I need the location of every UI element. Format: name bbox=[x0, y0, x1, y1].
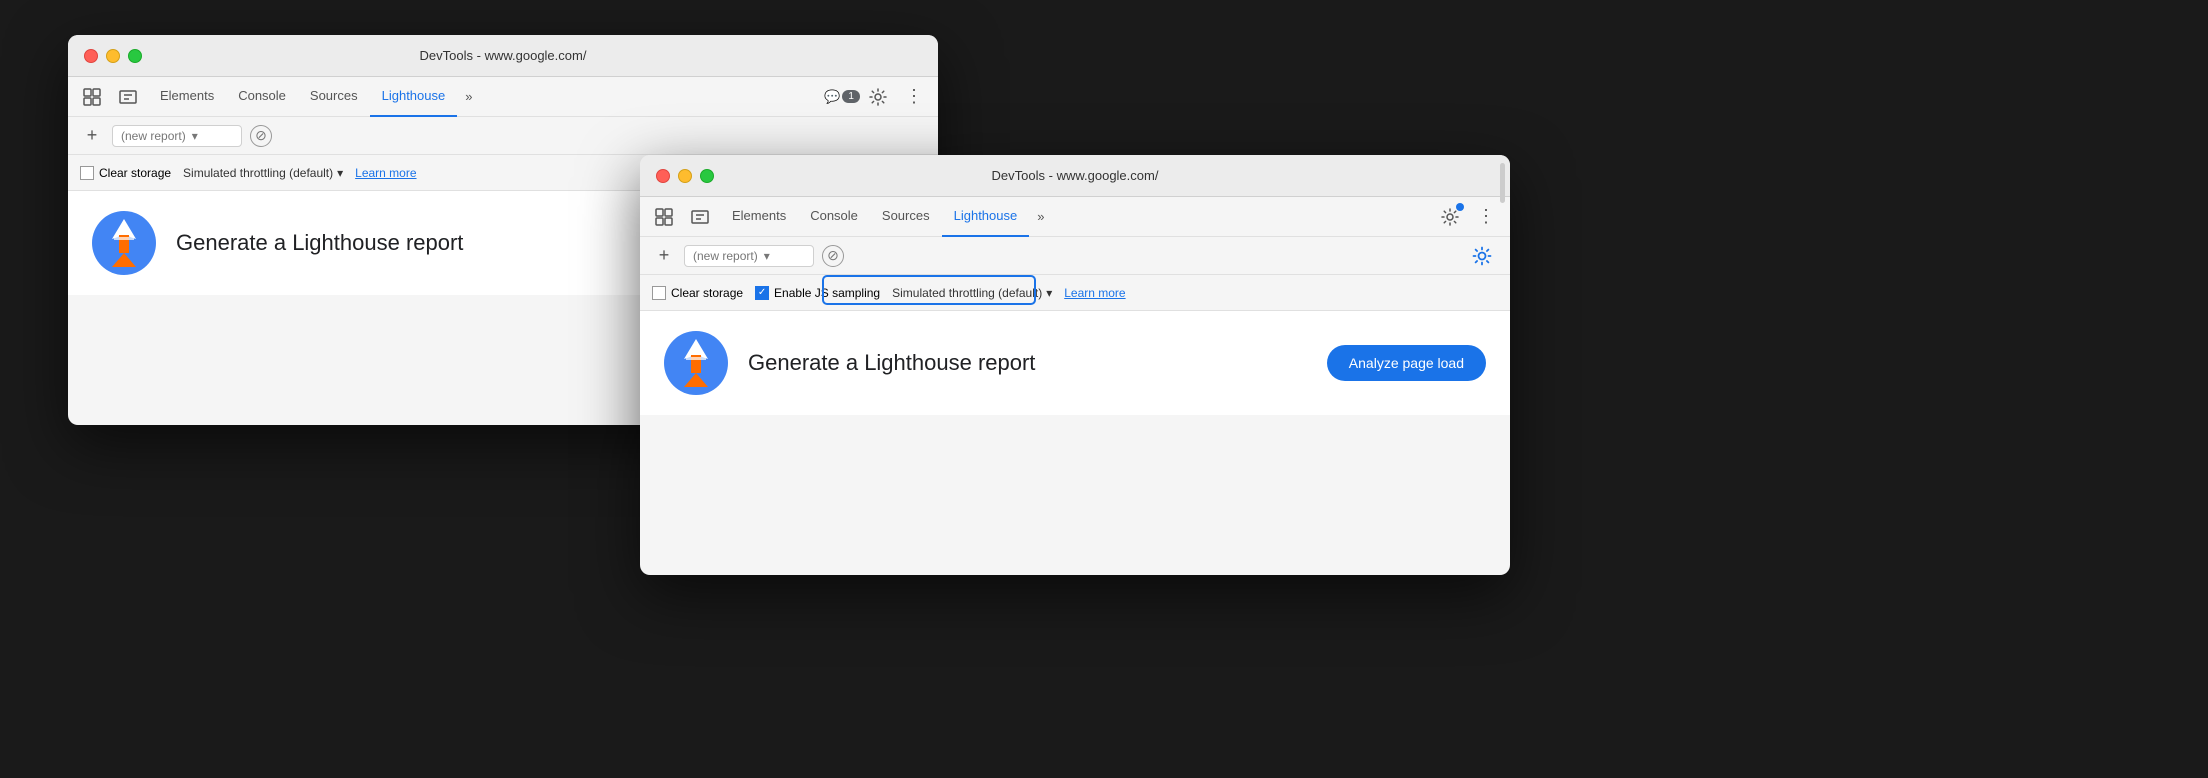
clear-report-front[interactable]: ⊘ bbox=[822, 245, 844, 267]
learn-more-front[interactable]: Learn more bbox=[1064, 286, 1125, 300]
dropdown-arrow-back: ▾ bbox=[192, 129, 198, 143]
title-bar-front: DevTools - www.google.com/ bbox=[640, 155, 1510, 197]
tabs-bar-back: Elements Console Sources Lighthouse » 💬 … bbox=[68, 77, 938, 117]
tab-console-back[interactable]: Console bbox=[226, 77, 298, 117]
clear-storage-label-back: Clear storage bbox=[99, 166, 171, 180]
tab-sources-front[interactable]: Sources bbox=[870, 197, 942, 237]
tab-elements-back[interactable]: Elements bbox=[148, 77, 226, 117]
tab-more-front[interactable]: » bbox=[1029, 203, 1052, 230]
close-button-back[interactable] bbox=[84, 49, 98, 63]
tab-actions-front: ⋮ bbox=[1434, 201, 1502, 233]
minimize-button-front[interactable] bbox=[678, 169, 692, 183]
chat-badge-back: 1 bbox=[842, 90, 860, 103]
title-bar-back: DevTools - www.google.com/ bbox=[68, 35, 938, 77]
add-report-front[interactable]: + bbox=[652, 245, 676, 266]
chat-icon-back[interactable]: 💬 1 bbox=[826, 81, 858, 113]
window-title-front: DevTools - www.google.com/ bbox=[992, 168, 1159, 183]
settings-icon-back[interactable] bbox=[862, 81, 894, 113]
clear-storage-item-front: Clear storage bbox=[652, 286, 743, 300]
generate-text-back: Generate a Lighthouse report bbox=[176, 230, 463, 256]
inspect-icon-back[interactable] bbox=[112, 81, 144, 113]
maximize-button-front[interactable] bbox=[700, 169, 714, 183]
add-report-back[interactable]: + bbox=[80, 125, 104, 146]
throttle-dropdown-back[interactable]: Simulated throttling (default) ▾ bbox=[183, 166, 343, 180]
report-placeholder-front: (new report) bbox=[693, 249, 758, 263]
enable-js-checkbox-front[interactable] bbox=[755, 286, 769, 300]
throttle-dropdown-front[interactable]: Simulated throttling (default) ▾ bbox=[892, 286, 1052, 300]
minimize-button-back[interactable] bbox=[106, 49, 120, 63]
analyze-page-load-button[interactable]: Analyze page load bbox=[1327, 345, 1486, 381]
enable-js-item-front: Enable JS sampling bbox=[755, 286, 880, 300]
settings-blue-icon[interactable] bbox=[1466, 240, 1498, 272]
learn-more-back[interactable]: Learn more bbox=[355, 166, 416, 180]
scrollbar-front[interactable] bbox=[1498, 155, 1506, 575]
clear-storage-label-front: Clear storage bbox=[671, 286, 743, 300]
settings-dot bbox=[1456, 203, 1464, 211]
clear-storage-checkbox-front[interactable] bbox=[652, 286, 666, 300]
throttle-label-front: Simulated throttling (default) bbox=[892, 286, 1042, 300]
options-bar-front: Clear storage Enable JS sampling Simulat… bbox=[640, 275, 1510, 311]
tab-elements-front[interactable]: Elements bbox=[720, 197, 798, 237]
report-dropdown-back[interactable]: (new report) ▾ bbox=[112, 125, 242, 147]
report-bar-back: + (new report) ▾ ⊘ bbox=[68, 117, 938, 155]
lighthouse-icon-back bbox=[92, 211, 156, 275]
tab-console-front[interactable]: Console bbox=[798, 197, 870, 237]
enable-js-label-front: Enable JS sampling bbox=[774, 286, 880, 300]
tab-lighthouse-front[interactable]: Lighthouse bbox=[942, 197, 1030, 237]
tab-more-back[interactable]: » bbox=[457, 83, 480, 110]
window-title-back: DevTools - www.google.com/ bbox=[420, 48, 587, 63]
settings-icon-front[interactable] bbox=[1434, 201, 1466, 233]
traffic-lights-back bbox=[84, 49, 142, 63]
close-button-front[interactable] bbox=[656, 169, 670, 183]
tabs-bar-front: Elements Console Sources Lighthouse » ⋮ bbox=[640, 197, 1510, 237]
report-placeholder-back: (new report) bbox=[121, 129, 186, 143]
throttle-arrow-front: ▾ bbox=[1046, 286, 1052, 300]
dropdown-arrow-front: ▾ bbox=[764, 249, 770, 263]
cursor-icon-front[interactable] bbox=[648, 201, 680, 233]
generate-text-front: Generate a Lighthouse report bbox=[748, 350, 1035, 376]
more-icon-back[interactable]: ⋮ bbox=[898, 81, 930, 113]
report-bar-front: + (new report) ▾ ⊘ bbox=[640, 237, 1510, 275]
lighthouse-icon-front bbox=[664, 331, 728, 395]
tab-lighthouse-back[interactable]: Lighthouse bbox=[370, 77, 458, 117]
throttle-label-back: Simulated throttling (default) bbox=[183, 166, 333, 180]
report-dropdown-front[interactable]: (new report) ▾ bbox=[684, 245, 814, 267]
traffic-lights-front bbox=[656, 169, 714, 183]
devtools-window-front: DevTools - www.google.com/ Elements Cons… bbox=[640, 155, 1510, 575]
clear-report-back[interactable]: ⊘ bbox=[250, 125, 272, 147]
clear-storage-item-back: Clear storage bbox=[80, 166, 171, 180]
clear-storage-checkbox-back[interactable] bbox=[80, 166, 94, 180]
cursor-icon-back[interactable] bbox=[76, 81, 108, 113]
maximize-button-back[interactable] bbox=[128, 49, 142, 63]
throttle-arrow-back: ▾ bbox=[337, 166, 343, 180]
tab-sources-back[interactable]: Sources bbox=[298, 77, 370, 117]
main-content-front: Generate a Lighthouse report Analyze pag… bbox=[640, 311, 1510, 415]
tab-actions-back: 💬 1 ⋮ bbox=[826, 81, 930, 113]
inspect-icon-front[interactable] bbox=[684, 201, 716, 233]
